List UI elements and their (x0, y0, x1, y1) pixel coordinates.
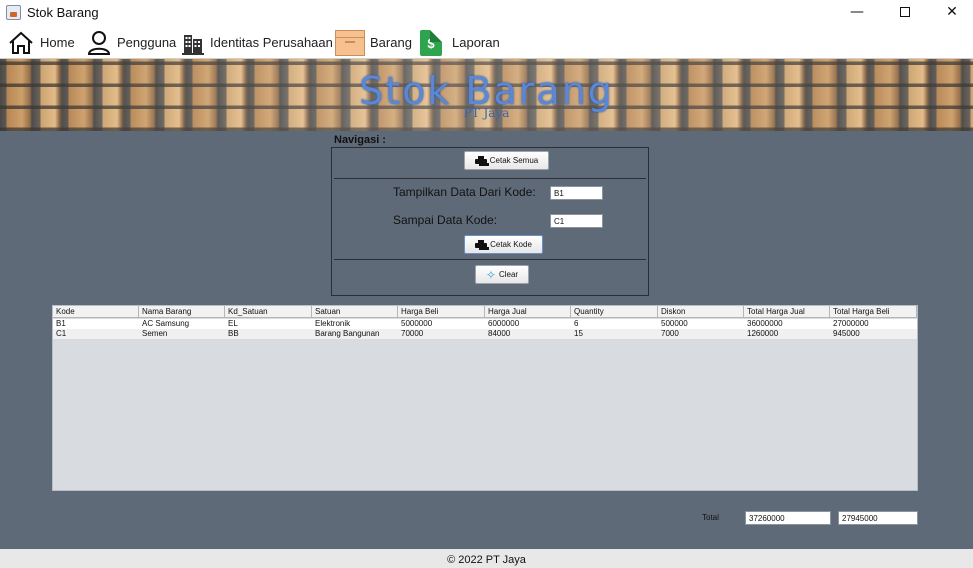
table-cell: 5000000 (401, 319, 433, 328)
maximize-icon (900, 7, 910, 17)
table-cell: 945000 (833, 329, 860, 338)
total-harga-jual-field[interactable] (745, 511, 831, 525)
table-cell: BB (228, 329, 239, 338)
stok-barang-table[interactable]: Kode Nama Barang Kd_Satuan Satuan Harga … (52, 305, 918, 491)
minimize-icon: — (850, 4, 864, 20)
clear-button[interactable]: ✧ Clear (475, 265, 529, 284)
menu-pengguna[interactable]: Pengguna (87, 26, 176, 59)
header-banner: Stok Barang PT Jaya (0, 59, 973, 131)
table-header: Kode Nama Barang Kd_Satuan Satuan Harga … (53, 306, 917, 318)
menu-home-label: Home (40, 35, 75, 50)
table-cell: 27000000 (833, 319, 869, 328)
building-icon (182, 34, 204, 55)
dari-kode-input[interactable] (550, 186, 603, 200)
table-cell: AC Samsung (142, 319, 190, 328)
table-cell: 36000000 (747, 319, 783, 328)
column-header[interactable]: Harga Jual (485, 306, 571, 318)
home-icon (9, 31, 33, 54)
broom-icon: ✧ (485, 267, 496, 282)
table-cell: 6 (574, 319, 579, 328)
menu-identitas-perusahaan[interactable]: Identitas Perusahaan (182, 26, 333, 59)
table-cell: 70000 (401, 329, 424, 338)
title-bar: Stok Barang — ✕ (0, 0, 973, 26)
user-icon (87, 30, 111, 55)
table-cell: C1 (56, 329, 67, 338)
cetak-semua-label: Cetak Semua (489, 156, 539, 165)
table-cell: EL (228, 319, 238, 328)
footer-copyright: © 2022 PT Jaya (0, 549, 973, 568)
menu-bar: Home Pengguna Identitas Perusahaan Baran… (0, 26, 973, 59)
sampai-kode-input[interactable] (550, 214, 603, 228)
window-title: Stok Barang (27, 5, 99, 20)
printer-icon (475, 239, 488, 250)
table-cell: B1 (56, 319, 66, 328)
column-header[interactable]: Satuan (312, 306, 398, 318)
menu-identitas-label: Identitas Perusahaan (210, 35, 333, 50)
table-cell: Semen (142, 329, 168, 338)
table-row[interactable]: C1 Semen BB Barang Bangunan 70000 84000 … (53, 329, 917, 339)
close-button[interactable]: ✕ (929, 0, 973, 26)
column-header[interactable]: Kd_Satuan (225, 306, 312, 318)
table-cell: 7000 (661, 329, 679, 338)
table-cell: 84000 (488, 329, 511, 338)
navigation-label: Navigasi : (334, 134, 386, 146)
column-header[interactable]: Total Harga Jual (744, 306, 830, 318)
cetak-semua-button[interactable]: Cetak Semua (464, 151, 549, 170)
sampai-kode-label: Sampai Data Kode: (393, 213, 498, 227)
table-cell: 6000000 (488, 319, 520, 328)
menu-barang-label: Barang (370, 35, 412, 50)
table-cell: 1260000 (747, 329, 779, 338)
java-app-icon (6, 5, 21, 20)
menu-laporan[interactable]: $ Laporan (420, 26, 500, 59)
dari-kode-label: Tampilkan Data Dari Kode: (393, 185, 536, 199)
main-panel: Navigasi : Cetak Semua Tampilkan Data Da… (0, 131, 973, 549)
column-header[interactable]: Total Harga Beli (830, 306, 917, 318)
table-cell: Barang Bangunan (315, 329, 380, 338)
navigation-panel: Cetak Semua Tampilkan Data Dari Kode: Sa… (331, 147, 649, 296)
column-header[interactable]: Kode (53, 306, 139, 318)
printer-icon (474, 155, 487, 166)
table-cell: 500000 (661, 319, 688, 328)
report-dollar-icon: $ (420, 29, 442, 56)
total-harga-beli-field[interactable] (838, 511, 918, 525)
menu-barang[interactable]: Barang (335, 26, 412, 59)
table-row[interactable]: B1 AC Samsung EL Elektronik 5000000 6000… (53, 319, 917, 329)
close-icon: ✕ (946, 4, 958, 20)
minimize-button[interactable]: — (834, 0, 880, 26)
column-header[interactable]: Nama Barang (139, 306, 225, 318)
total-label: Total (702, 513, 719, 522)
banner-subtitle: PT Jaya (463, 106, 510, 120)
cetak-kode-button[interactable]: Cetak Kode (464, 235, 543, 254)
column-header[interactable]: Quantity (571, 306, 658, 318)
cetak-kode-label: Cetak Kode (490, 240, 532, 249)
divider (334, 178, 646, 179)
maximize-button[interactable] (882, 0, 928, 26)
menu-pengguna-label: Pengguna (117, 35, 177, 50)
table-cell: 15 (574, 329, 583, 338)
clear-label: Clear (498, 270, 519, 279)
box-icon (335, 29, 365, 56)
divider (334, 259, 646, 260)
column-header[interactable]: Diskon (658, 306, 744, 318)
column-header[interactable]: Harga Beli (398, 306, 485, 318)
menu-laporan-label: Laporan (452, 35, 500, 50)
table-cell: Elektronik (315, 319, 351, 328)
menu-home[interactable]: Home (8, 26, 75, 59)
